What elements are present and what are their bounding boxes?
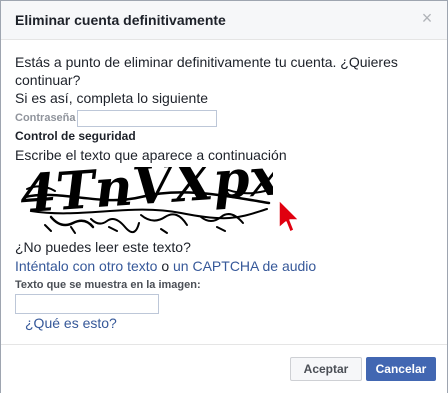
intro-text: Estás a punto de eliminar definitivament… <box>15 53 425 107</box>
password-field[interactable] <box>76 109 217 127</box>
dialog-title: Eliminar cuenta definitivamente <box>15 12 226 28</box>
dialog-footer: Aceptar Cancelar <box>1 344 447 393</box>
captcha-image: 4TnVXpx <box>21 167 273 234</box>
close-icon[interactable]: × <box>419 9 435 27</box>
delete-account-dialog: Eliminar cuenta definitivamente × Estás … <box>0 0 448 393</box>
mouse-pointer-icon <box>278 199 300 233</box>
intro-question: Estás a punto de eliminar definitivament… <box>15 54 398 88</box>
cant-read-text: ¿No puedes leer este texto? <box>15 239 191 255</box>
what-is-this-row: ¿Qué es esto? <box>25 315 117 331</box>
cancel-button[interactable]: Cancelar <box>366 357 436 381</box>
audio-captcha-link[interactable]: un CAPTCHA de audio <box>173 258 316 274</box>
intro-instruction: Si es así, completa lo siguiente <box>15 90 208 106</box>
dialog-header: Eliminar cuenta definitivamente × <box>1 1 447 40</box>
or-separator: o <box>157 258 174 274</box>
what-is-this-link[interactable]: ¿Qué es esto? <box>25 315 117 331</box>
image-text-label: Texto que se muestra en la imagen: <box>15 279 201 291</box>
security-check-title: Control de seguridad <box>15 129 136 143</box>
captcha-alternatives: Inténtalo con otro texto o un CAPTCHA de… <box>15 258 316 274</box>
captcha-text-field[interactable] <box>15 294 159 314</box>
security-check-description: Escribe el texto que aparece a continuac… <box>15 147 287 163</box>
try-other-text-link[interactable]: Inténtalo con otro texto <box>15 258 157 274</box>
password-label: Contraseña <box>15 112 76 124</box>
password-row: Contraseña <box>15 108 217 128</box>
accept-button[interactable]: Aceptar <box>290 357 362 381</box>
